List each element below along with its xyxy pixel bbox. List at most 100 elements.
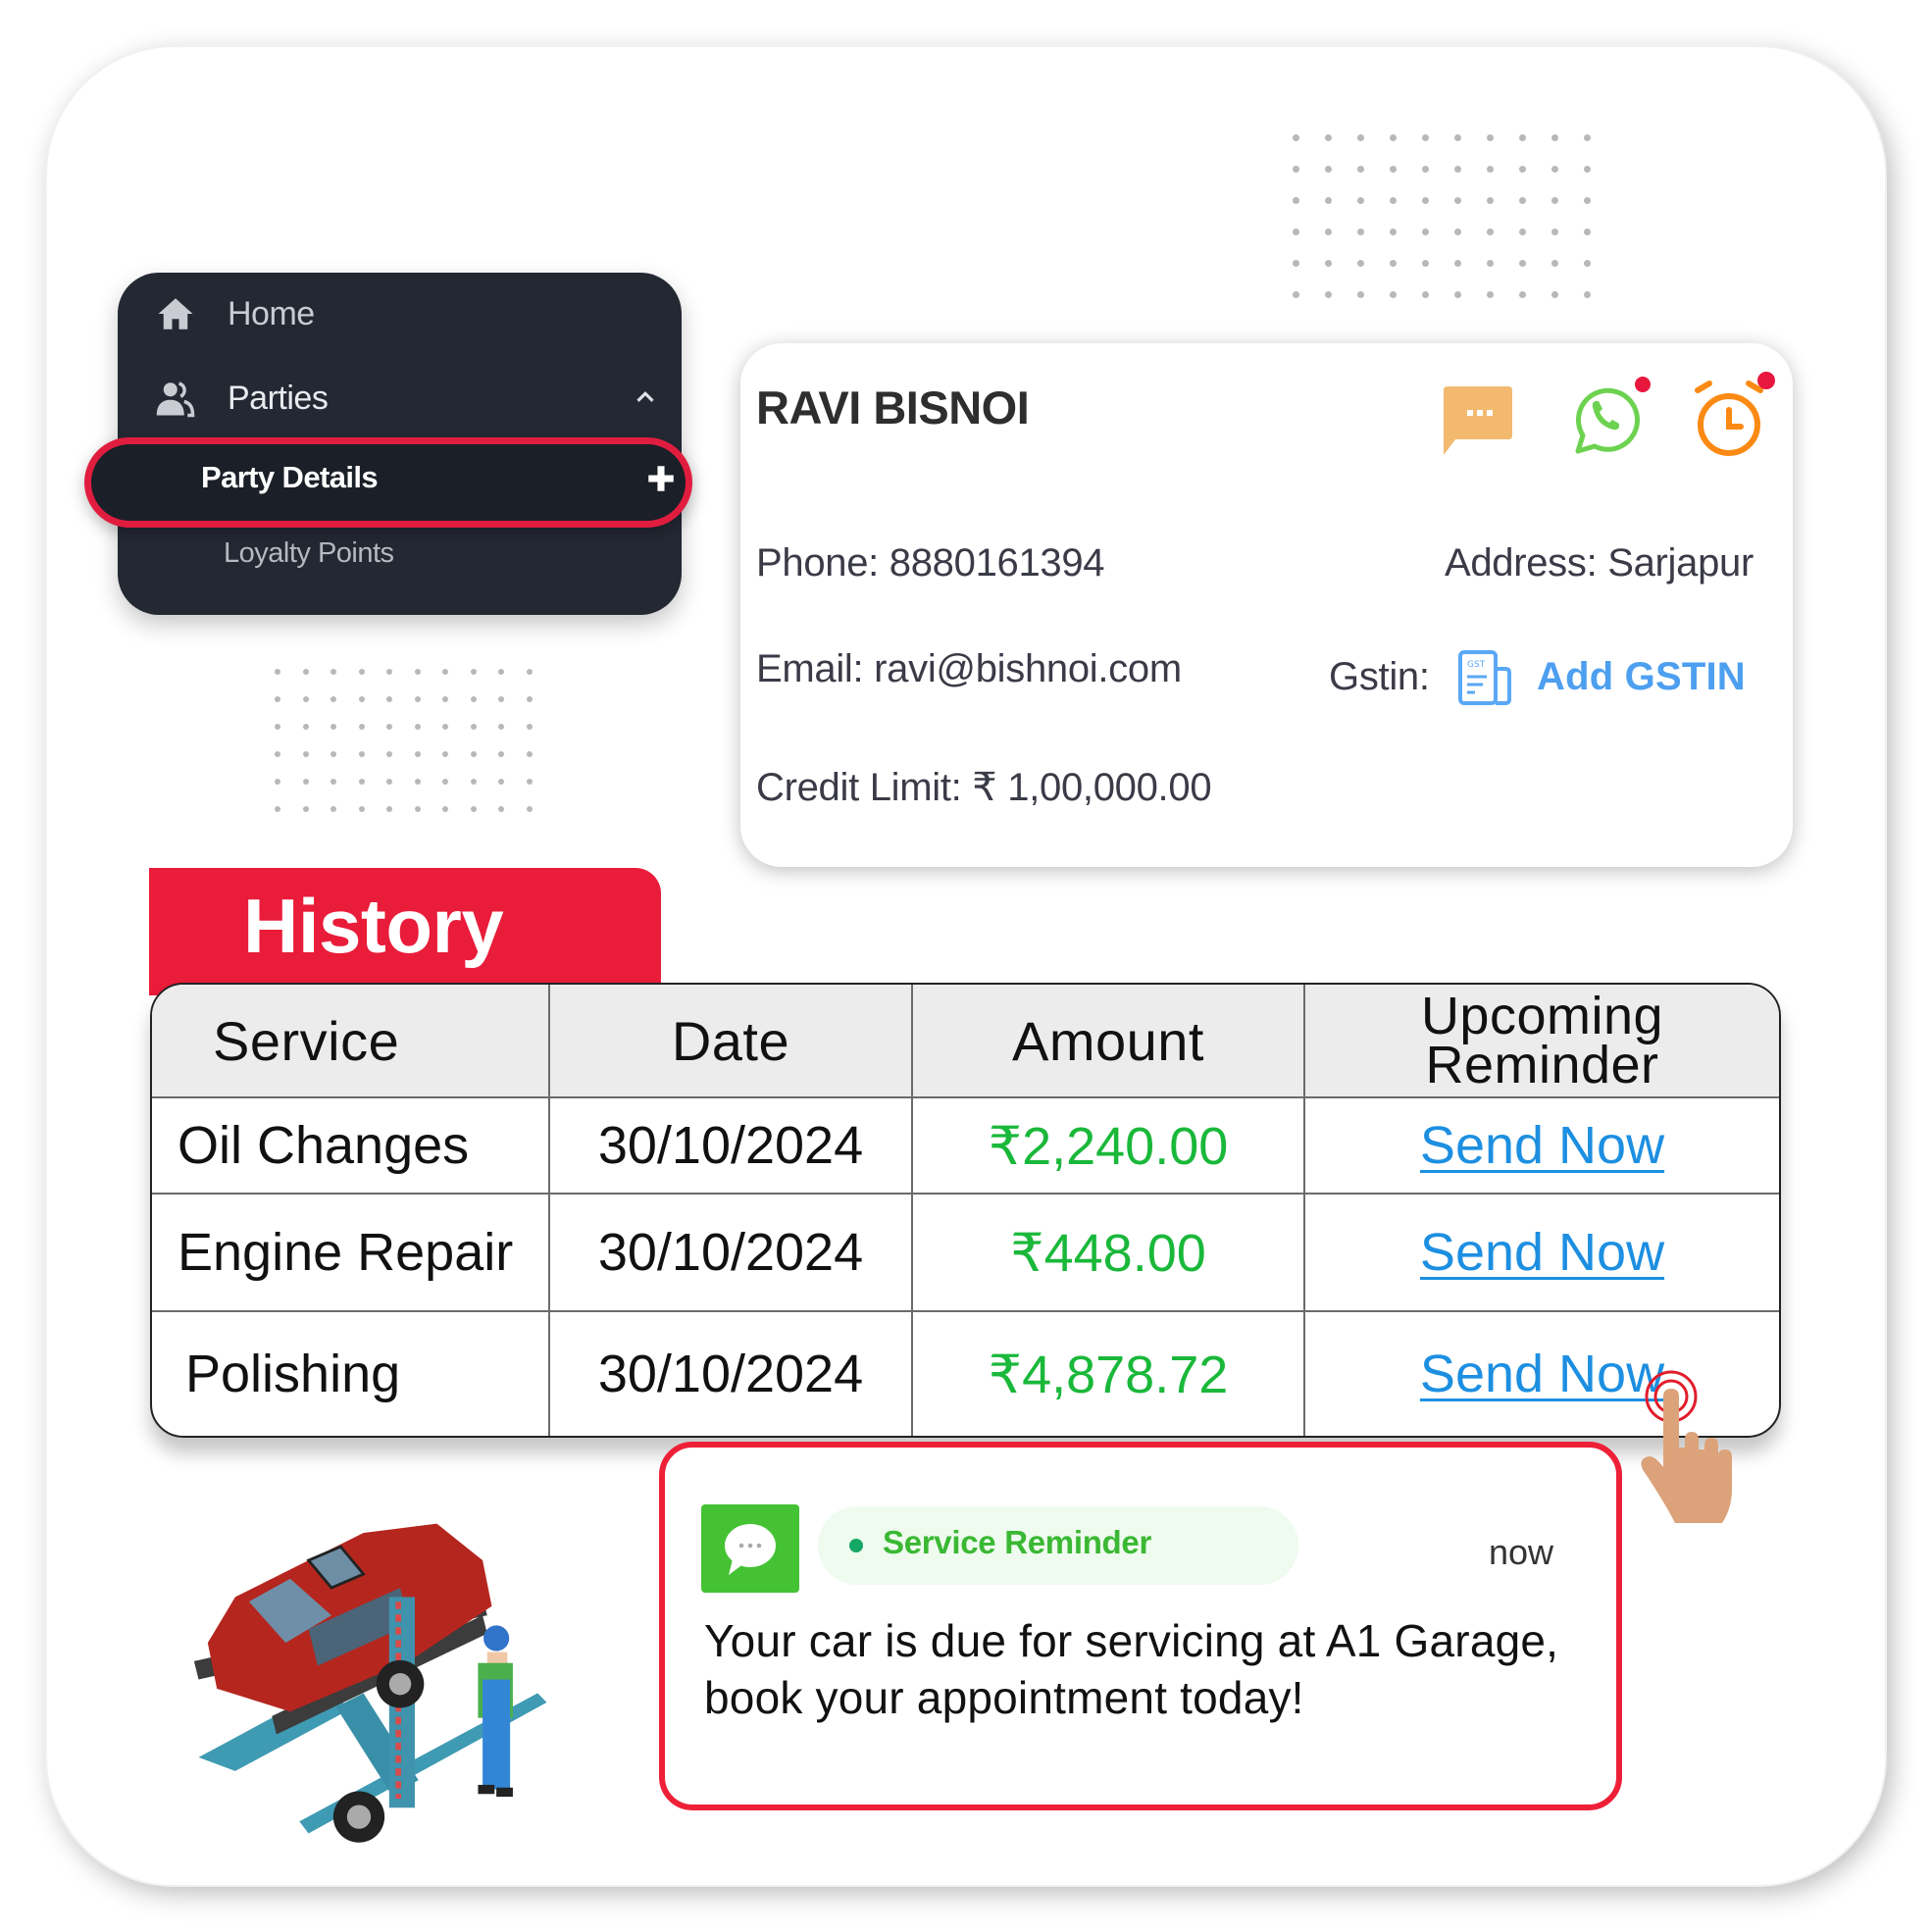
decorative-dot	[1519, 166, 1526, 173]
decorative-dot	[526, 724, 533, 730]
notification-title-pill: Service Reminder	[818, 1506, 1298, 1585]
plus-icon[interactable]	[644, 462, 678, 495]
decorative-dot	[386, 669, 392, 675]
decorative-dot	[1519, 260, 1526, 267]
decorative-dot	[358, 696, 365, 702]
amount-cell: ₹4,878.72	[911, 1310, 1305, 1436]
decorative-dot	[526, 751, 533, 757]
decorative-dot	[498, 779, 504, 785]
send-now-link[interactable]: Send Now	[1420, 1116, 1664, 1175]
decorative-dot	[526, 669, 533, 675]
decorative-dot	[1293, 229, 1299, 235]
decorative-dot	[526, 806, 533, 812]
decorative-dot	[358, 669, 365, 675]
decorative-dot	[1551, 260, 1558, 267]
party-email: Email: ravi@bishnoi.com	[756, 647, 1182, 690]
decorative-dot	[1584, 134, 1591, 141]
table-header-row: Service Date Amount Upcoming Reminder	[152, 985, 1779, 1098]
decorative-dot	[470, 724, 477, 730]
decorative-dot	[386, 696, 392, 702]
decorative-dot	[442, 724, 448, 730]
decorative-dot	[1454, 260, 1461, 267]
decorative-dot	[442, 779, 448, 785]
party-details-card: RAVI BISNOI Phone: 8880161394 Address: S…	[740, 343, 1793, 867]
decorative-dot	[275, 806, 280, 812]
service-cell: Polishing	[152, 1310, 550, 1436]
sms-icon[interactable]	[1440, 382, 1514, 457]
decorative-dot	[302, 696, 309, 702]
decorative-dot-grid	[275, 669, 554, 834]
decorative-dot	[1454, 134, 1461, 141]
decorative-dot	[1487, 229, 1494, 235]
decorative-dot	[1390, 197, 1397, 204]
decorative-dot	[470, 669, 477, 675]
decorative-dot	[1487, 166, 1494, 173]
decorative-dot	[1422, 134, 1429, 141]
message-icon	[725, 1524, 776, 1575]
decorative-dot	[275, 696, 280, 702]
decorative-dot	[498, 806, 504, 812]
whatsapp-icon[interactable]	[1562, 375, 1652, 463]
decorative-dot	[414, 669, 421, 675]
decorative-dot	[358, 779, 365, 785]
decorative-dot	[1519, 291, 1526, 298]
decorative-dot	[414, 779, 421, 785]
decorative-dot	[1487, 291, 1494, 298]
decorative-dot	[1357, 166, 1364, 173]
table-row: Engine Repair 30/10/2024 ₹448.00 Send No…	[152, 1193, 1779, 1312]
history-title: History	[243, 883, 504, 969]
decorative-dot	[1487, 134, 1494, 141]
decorative-dot	[470, 779, 477, 785]
home-icon	[158, 298, 193, 330]
chevron-up-icon[interactable]	[631, 382, 660, 412]
car-lift-illustration	[193, 1523, 547, 1843]
sidebar-item-loyalty-points[interactable]: Loyalty Points	[224, 537, 394, 570]
decorative-dot	[1422, 291, 1429, 298]
decorative-dot	[358, 806, 365, 812]
decorative-dot	[414, 724, 421, 730]
sidebar-item-label: Parties	[228, 379, 329, 417]
send-now-link[interactable]: Send Now	[1420, 1345, 1664, 1403]
party-phone: Phone: 8880161394	[756, 541, 1105, 585]
decorative-dot	[414, 696, 421, 702]
decorative-dot	[1454, 291, 1461, 298]
decorative-dot	[1357, 134, 1364, 141]
table-row: Polishing 30/10/2024 ₹4,878.72 Send Now	[152, 1310, 1779, 1436]
party-address: Address: Sarjapur	[1444, 541, 1754, 585]
decorative-dot	[1422, 229, 1429, 235]
alarm-icon[interactable]	[1686, 371, 1776, 463]
sidebar-item-party-details[interactable]: Party Details	[84, 437, 692, 528]
decorative-dot	[1422, 166, 1429, 173]
column-header-amount: Amount	[911, 985, 1305, 1098]
credit-limit: Credit Limit: ₹ 1,00,000.00	[756, 766, 1212, 809]
history-tab: History	[149, 868, 661, 995]
add-gstin-link[interactable]: Add GSTIN	[1537, 655, 1746, 699]
decorative-dot	[1551, 197, 1558, 204]
service-reminder-notification[interactable]: Service Reminder now Your car is due for…	[659, 1442, 1622, 1810]
send-now-link[interactable]: Send Now	[1420, 1223, 1664, 1282]
decorative-dot	[1519, 197, 1526, 204]
status-dot	[849, 1539, 863, 1552]
decorative-dot	[1293, 166, 1299, 173]
sidebar-item-label: Home	[228, 294, 315, 332]
decorative-dot	[1422, 260, 1429, 267]
decorative-dot	[1293, 260, 1299, 267]
gst-document-icon[interactable]: GST	[1457, 649, 1512, 706]
decorative-dot	[1357, 197, 1364, 204]
decorative-dot	[386, 779, 392, 785]
decorative-dot	[1325, 229, 1332, 235]
decorative-dot	[1584, 166, 1591, 173]
history-table: Service Date Amount Upcoming Reminder Oil…	[150, 983, 1781, 1438]
amount-cell: ₹448.00	[911, 1193, 1305, 1312]
decorative-dot	[1584, 291, 1591, 298]
date-cell: 30/10/2024	[548, 1193, 913, 1312]
decorative-dot	[1454, 166, 1461, 173]
column-header-date: Date	[548, 985, 913, 1098]
gstin-label: Gstin:	[1329, 655, 1430, 698]
decorative-dot	[470, 696, 477, 702]
sidebar-item-home[interactable]: Home	[155, 284, 315, 343]
sidebar-item-parties[interactable]: Parties	[155, 369, 329, 428]
decorative-dot	[1390, 166, 1397, 173]
service-cell: Engine Repair	[152, 1193, 550, 1312]
column-header-upcoming-reminder: Upcoming Reminder	[1303, 985, 1779, 1098]
